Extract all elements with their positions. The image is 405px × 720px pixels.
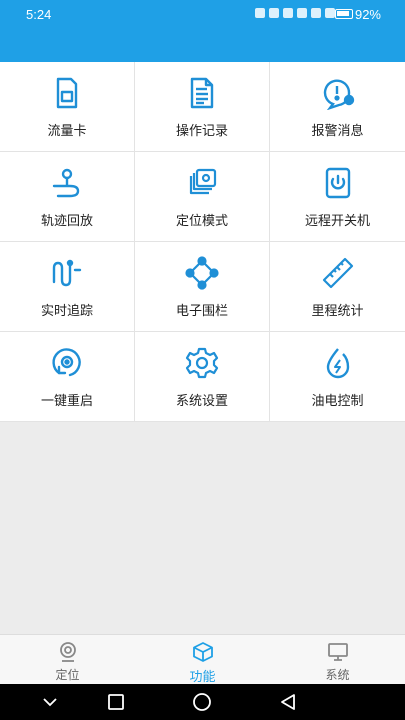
status-time: 5:24 — [26, 7, 52, 22]
feature-sim-card[interactable]: 流量卡 — [0, 62, 135, 152]
fuel-power-icon — [321, 346, 355, 380]
feature-fuel-power-control[interactable]: 油电控制 — [270, 332, 405, 422]
recent-apps-icon[interactable] — [106, 692, 126, 712]
feature-system-settings[interactable]: 系统设置 — [135, 332, 270, 422]
feature-geofence[interactable]: 电子围栏 — [135, 242, 270, 332]
header-bar — [0, 30, 405, 62]
bluetooth-icon — [269, 8, 279, 18]
feature-remote-power[interactable]: 远程开关机 — [270, 152, 405, 242]
geofence-icon — [185, 256, 219, 290]
back-icon[interactable] — [278, 692, 298, 712]
tab-system[interactable]: 系统 — [270, 635, 405, 684]
feature-label: 实时追踪 — [40, 304, 93, 319]
home-icon[interactable] — [192, 692, 212, 712]
alarm-icon — [255, 8, 265, 18]
cube-icon — [192, 641, 214, 663]
power-icon — [321, 166, 355, 200]
tab-functions[interactable]: 功能 — [135, 635, 270, 685]
feature-restart[interactable]: 一键重启 — [0, 332, 135, 422]
feature-mileage-stats[interactable]: 里程统计 — [270, 242, 405, 332]
signal-icon — [325, 8, 335, 18]
feature-location-mode[interactable]: 定位模式 — [135, 152, 270, 242]
feature-label: 电子围栏 — [175, 304, 228, 319]
feature-label: 里程统计 — [311, 304, 364, 319]
realtime-tracking-icon — [50, 256, 84, 290]
location-status-icon — [283, 8, 293, 18]
wifi-icon — [311, 8, 321, 18]
feature-label: 油电控制 — [311, 394, 364, 409]
feature-label: 一键重启 — [40, 394, 93, 409]
feature-label: 报警消息 — [311, 124, 364, 139]
feature-alarm-message[interactable]: 报警消息 — [270, 62, 405, 152]
feature-track-playback[interactable]: 轨迹回放 — [0, 152, 135, 242]
sim-card-icon — [50, 76, 84, 110]
feature-label: 流量卡 — [47, 124, 87, 139]
bottom-tab-bar: 定位 功能 系统 — [0, 634, 405, 685]
battery-percent: 92% — [354, 7, 381, 22]
feature-label: 轨迹回放 — [40, 214, 93, 229]
feature-label: 操作记录 — [175, 124, 228, 139]
alarm-message-icon — [321, 76, 355, 111]
status-bar: 5:24 92% — [0, 0, 405, 30]
tab-label: 定位 — [55, 668, 80, 682]
feature-realtime-tracking[interactable]: 实时追踪 — [0, 242, 135, 332]
track-playback-icon — [50, 166, 84, 200]
document-icon — [185, 76, 219, 110]
gear-icon — [185, 346, 219, 380]
restart-icon — [50, 346, 84, 380]
mute-icon — [297, 8, 307, 18]
feature-label: 系统设置 — [175, 394, 228, 409]
tab-label: 功能 — [189, 670, 216, 685]
feature-label: 定位模式 — [175, 214, 228, 229]
chevron-down-icon[interactable] — [40, 692, 60, 712]
battery-icon — [335, 9, 353, 19]
feature-grid: 流量卡 操作记录 报警消息 轨迹回放 定位模式 远程开关机 实时追踪 电子围栏 … — [0, 62, 405, 422]
location-mode-icon — [185, 166, 219, 200]
status-icons — [255, 8, 335, 18]
feature-label: 远程开关机 — [304, 214, 370, 229]
tab-label: 系统 — [325, 668, 350, 682]
ruler-icon — [321, 256, 355, 290]
tab-location[interactable]: 定位 — [0, 635, 135, 684]
feature-operation-log[interactable]: 操作记录 — [135, 62, 270, 152]
location-icon — [57, 641, 79, 663]
system-nav-bar — [0, 684, 405, 720]
monitor-icon — [327, 641, 349, 663]
